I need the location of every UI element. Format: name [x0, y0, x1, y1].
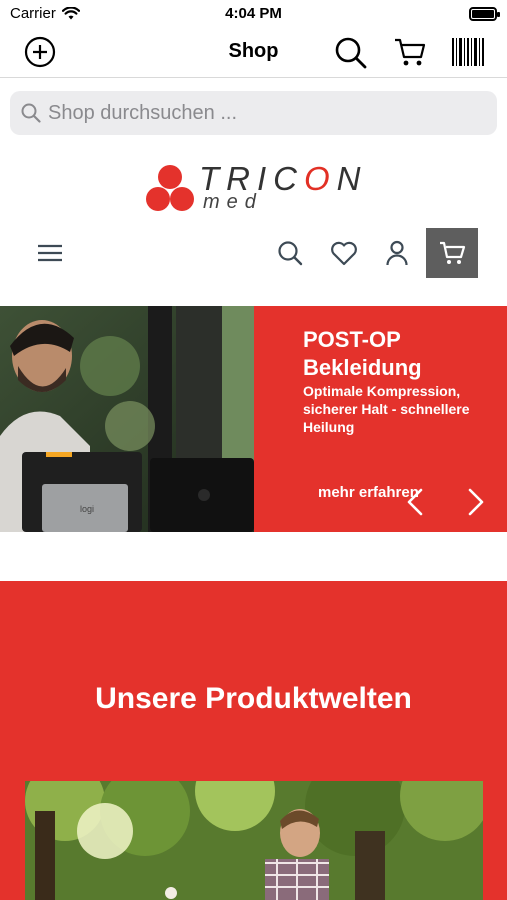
search-input[interactable] — [48, 91, 488, 135]
hero-panel: POST-OP Bekleidung Optimale Kompression,… — [254, 306, 507, 532]
hero-photo-illustration: logi — [0, 306, 254, 532]
hero-subtitle: Optimale Kompression, sicherer Halt - sc… — [303, 383, 470, 435]
shop-cart-button[interactable] — [426, 228, 478, 278]
logo-subtitle: med — [203, 191, 263, 213]
shop-search-icon[interactable] — [277, 240, 303, 266]
search-field-icon — [21, 103, 41, 123]
shop-header — [0, 228, 507, 280]
hero-title: POST-OP Bekleidung — [303, 327, 422, 380]
cart-icon[interactable] — [393, 36, 427, 68]
hero-slider[interactable]: logi POST-OP Bekleidung Optimale Kompres… — [0, 306, 507, 532]
product-worlds-illustration — [25, 781, 483, 900]
menu-icon[interactable] — [38, 244, 62, 262]
search-bar[interactable] — [10, 91, 497, 135]
product-worlds-title: Unsere Produktwelten — [95, 682, 412, 715]
tricon-logo[interactable]: TRICON med — [145, 160, 370, 215]
hero-cta-link[interactable]: mehr erfahren — [318, 484, 419, 501]
battery-icon — [469, 7, 500, 21]
barcode-icon[interactable] — [452, 38, 484, 66]
nav-bar: Shop — [0, 28, 507, 78]
logo-word-o: O — [304, 160, 337, 197]
shop-cart-icon — [440, 241, 466, 264]
svg-text:logi: logi — [80, 504, 94, 514]
product-worlds-section: Unsere Produktwelten — [0, 581, 507, 900]
logo-mark — [146, 165, 194, 211]
nav-title: Shop — [228, 40, 279, 62]
logo-word-suffix: N — [336, 160, 368, 197]
product-worlds-photo[interactable] — [25, 781, 483, 900]
status-bar: Carrier 4:04 PM — [0, 0, 507, 28]
search-icon[interactable] — [334, 36, 368, 70]
chevron-left-icon[interactable] — [406, 488, 424, 516]
status-time: 4:04 PM — [225, 5, 282, 22]
hero-photo: logi — [0, 306, 254, 532]
user-icon[interactable] — [386, 240, 408, 266]
chevron-right-icon[interactable] — [467, 488, 485, 516]
heart-icon[interactable] — [330, 241, 358, 266]
